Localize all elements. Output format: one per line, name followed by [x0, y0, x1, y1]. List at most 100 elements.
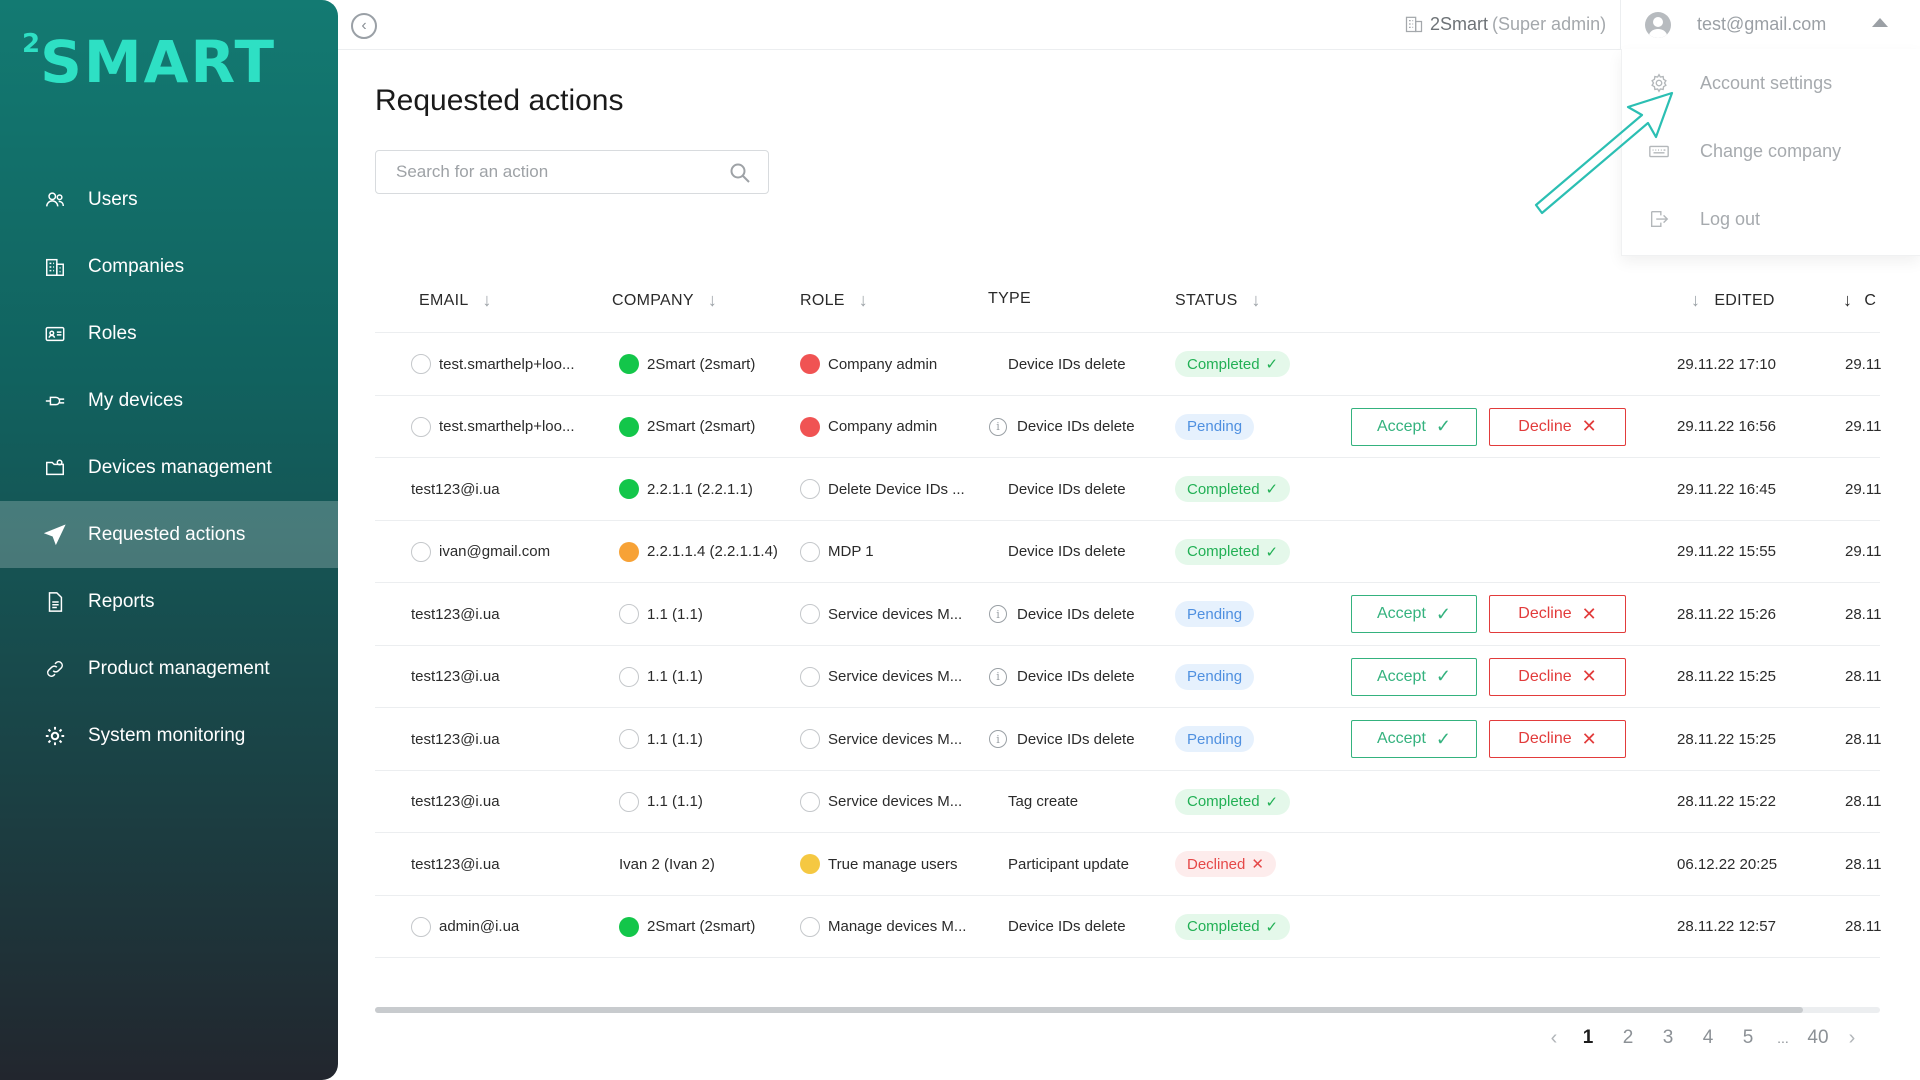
column-header-created[interactable]: ↓ C — [1843, 290, 1876, 311]
last-page-button[interactable]: 40 — [1798, 1027, 1838, 1049]
search-input[interactable] — [396, 162, 716, 182]
sidebar-item-reports[interactable]: Reports — [0, 568, 338, 635]
sidebar-item-product-management[interactable]: Product management — [0, 635, 338, 702]
type-text: Tag create — [1008, 793, 1079, 810]
chevron-right-icon[interactable]: › — [1838, 1027, 1866, 1050]
accept-button[interactable]: Accept ✓ — [1351, 720, 1477, 758]
status-text: Completed — [1187, 543, 1260, 560]
page-5-button[interactable]: 5 — [1728, 1027, 1768, 1049]
cell-email: test123@i.ua — [411, 646, 500, 708]
user-status-dot — [411, 354, 431, 374]
decline-button[interactable]: Decline ✕ — [1489, 657, 1626, 696]
search-icon[interactable] — [728, 161, 752, 185]
chevron-left-icon[interactable]: ‹ — [1540, 1027, 1568, 1050]
cell-email: ivan@gmail.com — [411, 521, 550, 583]
scrollbar-thumb[interactable] — [375, 1007, 1803, 1013]
table-row[interactable]: ivan@gmail.com 2.2.1.1.4 (2.2.1.1.4) MDP 1… — [375, 521, 1881, 583]
sidebar-item-label: System monitoring — [88, 724, 246, 746]
table-row[interactable]: test123@i.ua 2.2.1.1 (2.2.1.1) Delete Devi… — [375, 458, 1881, 521]
check-icon: ✓ — [1265, 356, 1279, 373]
status-text: Completed — [1187, 918, 1260, 935]
column-header-company[interactable]: COMPANY ↓ — [612, 290, 717, 311]
decline-label: Decline — [1518, 730, 1572, 747]
role-status-dot — [800, 791, 820, 812]
table-row[interactable]: test123@i.ua 1.1 (1.1) Service devices M..… — [375, 708, 1881, 771]
sidebar-item-requested-actions[interactable]: Requested actions — [0, 501, 338, 568]
page-title: Requested actions — [375, 84, 624, 117]
table-row[interactable]: test123@i.ua 1.1 (1.1) Service devices M..… — [375, 583, 1881, 646]
decline-button[interactable]: Decline ✕ — [1489, 407, 1626, 446]
company-text: 1.1 (1.1) — [647, 793, 703, 810]
cell-role: Service devices M... — [800, 583, 962, 645]
cell-email: test123@i.ua — [411, 583, 500, 645]
role-text: Delete Device IDs ... — [828, 480, 965, 498]
created-date: 29.11 — [1845, 355, 1882, 373]
plug-icon — [44, 390, 66, 412]
cell-status: Completed ✓ — [1175, 458, 1291, 520]
table-row[interactable]: admin@i.ua 2Smart (2smart) Manage devices … — [375, 896, 1881, 958]
email-text: test123@i.ua — [411, 855, 500, 873]
sidebar-item-roles[interactable]: Roles — [0, 300, 338, 367]
info-icon[interactable]: i — [989, 417, 1007, 436]
accept-button[interactable]: Accept ✓ — [1351, 407, 1477, 446]
column-header-status[interactable]: STATUS ↓ — [1175, 290, 1261, 311]
page-3-button[interactable]: 3 — [1648, 1027, 1688, 1049]
cell-email: test123@i.ua — [411, 833, 500, 895]
accept-button[interactable]: Accept ✓ — [1351, 657, 1477, 696]
cell-created: 28.11 — [1845, 771, 1881, 833]
paper-plane-icon — [44, 523, 66, 546]
role-text: Manage devices M... — [828, 918, 967, 935]
collapse-sidebar-button[interactable]: ‹ — [351, 13, 377, 39]
user-email: test@gmail.com — [1697, 14, 1827, 34]
check-icon: ✓ — [1265, 793, 1279, 811]
page-2-button[interactable]: 2 — [1608, 1027, 1648, 1049]
column-header-email[interactable]: EMAIL ↓ — [419, 290, 492, 311]
email-text: test123@i.ua — [411, 668, 500, 685]
page-1-button[interactable]: 1 — [1568, 1027, 1608, 1049]
table-row[interactable]: test.smarthelp+loo... 2Smart (2smart) Comp… — [375, 333, 1882, 396]
cell-status: Completed ✓ — [1175, 521, 1291, 583]
decline-button[interactable]: Decline ✕ — [1489, 720, 1626, 758]
table-row[interactable]: test.smarthelp+loo... 2Smart (2smart) Comp… — [375, 396, 1881, 458]
sidebar-item-users[interactable]: Users — [0, 166, 338, 233]
page-4-button[interactable]: 4 — [1688, 1027, 1728, 1049]
type-text: Device IDs delete — [1017, 418, 1135, 435]
sidebar-item-my-devices[interactable]: My devices — [0, 367, 338, 434]
table-row[interactable]: test123@i.ua 1.1 (1.1) Service devices M..… — [375, 646, 1882, 708]
cell-edited: 29.11.22 16:45 — [1677, 458, 1776, 520]
company-status-dot — [619, 416, 639, 437]
column-header-role[interactable]: ROLE ↓ — [800, 290, 868, 311]
check-icon: ✓ — [1435, 728, 1451, 749]
table-row[interactable]: test123@i.ua Ivan 2 (Ivan 2) True manage u… — [375, 833, 1881, 896]
status-text: Completed — [1187, 355, 1260, 373]
cell-email: test123@i.ua — [411, 458, 500, 520]
cell-role: Service devices M... — [800, 646, 962, 708]
column-header-edited[interactable]: ↓ EDITED — [1691, 290, 1775, 311]
link-icon — [44, 658, 66, 680]
column-header-type: TYPE — [988, 290, 1031, 307]
sort-arrow-icon: ↓ — [1251, 290, 1261, 310]
table-row[interactable]: test123@i.ua 1.1 (1.1) Service devices M..… — [375, 771, 1881, 833]
status-badge: Declined ✕ — [1175, 851, 1276, 877]
sidebar-item-system-monitoring[interactable]: System monitoring — [0, 702, 338, 769]
type-text: Participant update — [1008, 855, 1129, 873]
edited-date: 28.11.22 15:25 — [1677, 730, 1776, 748]
sidebar-nav: Users Companies Roles My devices Devices… — [0, 166, 338, 769]
info-icon[interactable]: i — [989, 667, 1007, 686]
accept-label: Accept — [1376, 605, 1426, 622]
horizontal-scrollbar[interactable] — [375, 1007, 1880, 1013]
cell-type: Device IDs delete — [1008, 333, 1126, 395]
app-logo[interactable]: 2SMART — [22, 14, 276, 92]
sidebar-item-label: Product management — [88, 657, 270, 679]
sidebar-item-devices-management[interactable]: Devices management — [0, 434, 338, 501]
created-date: 28.11 — [1845, 668, 1882, 685]
email-text: test123@i.ua — [411, 793, 500, 810]
decline-button[interactable]: Decline ✕ — [1489, 595, 1626, 633]
user-menu-toggle[interactable]: test@gmail.com — [1621, 0, 1920, 49]
info-icon[interactable]: i — [989, 730, 1007, 748]
accept-button[interactable]: Accept ✓ — [1351, 595, 1477, 633]
edited-date: 29.11.22 17:10 — [1677, 355, 1776, 373]
info-icon[interactable]: i — [989, 605, 1007, 623]
sidebar-item-companies[interactable]: Companies — [0, 233, 338, 300]
check-icon: ✓ — [1265, 918, 1279, 936]
